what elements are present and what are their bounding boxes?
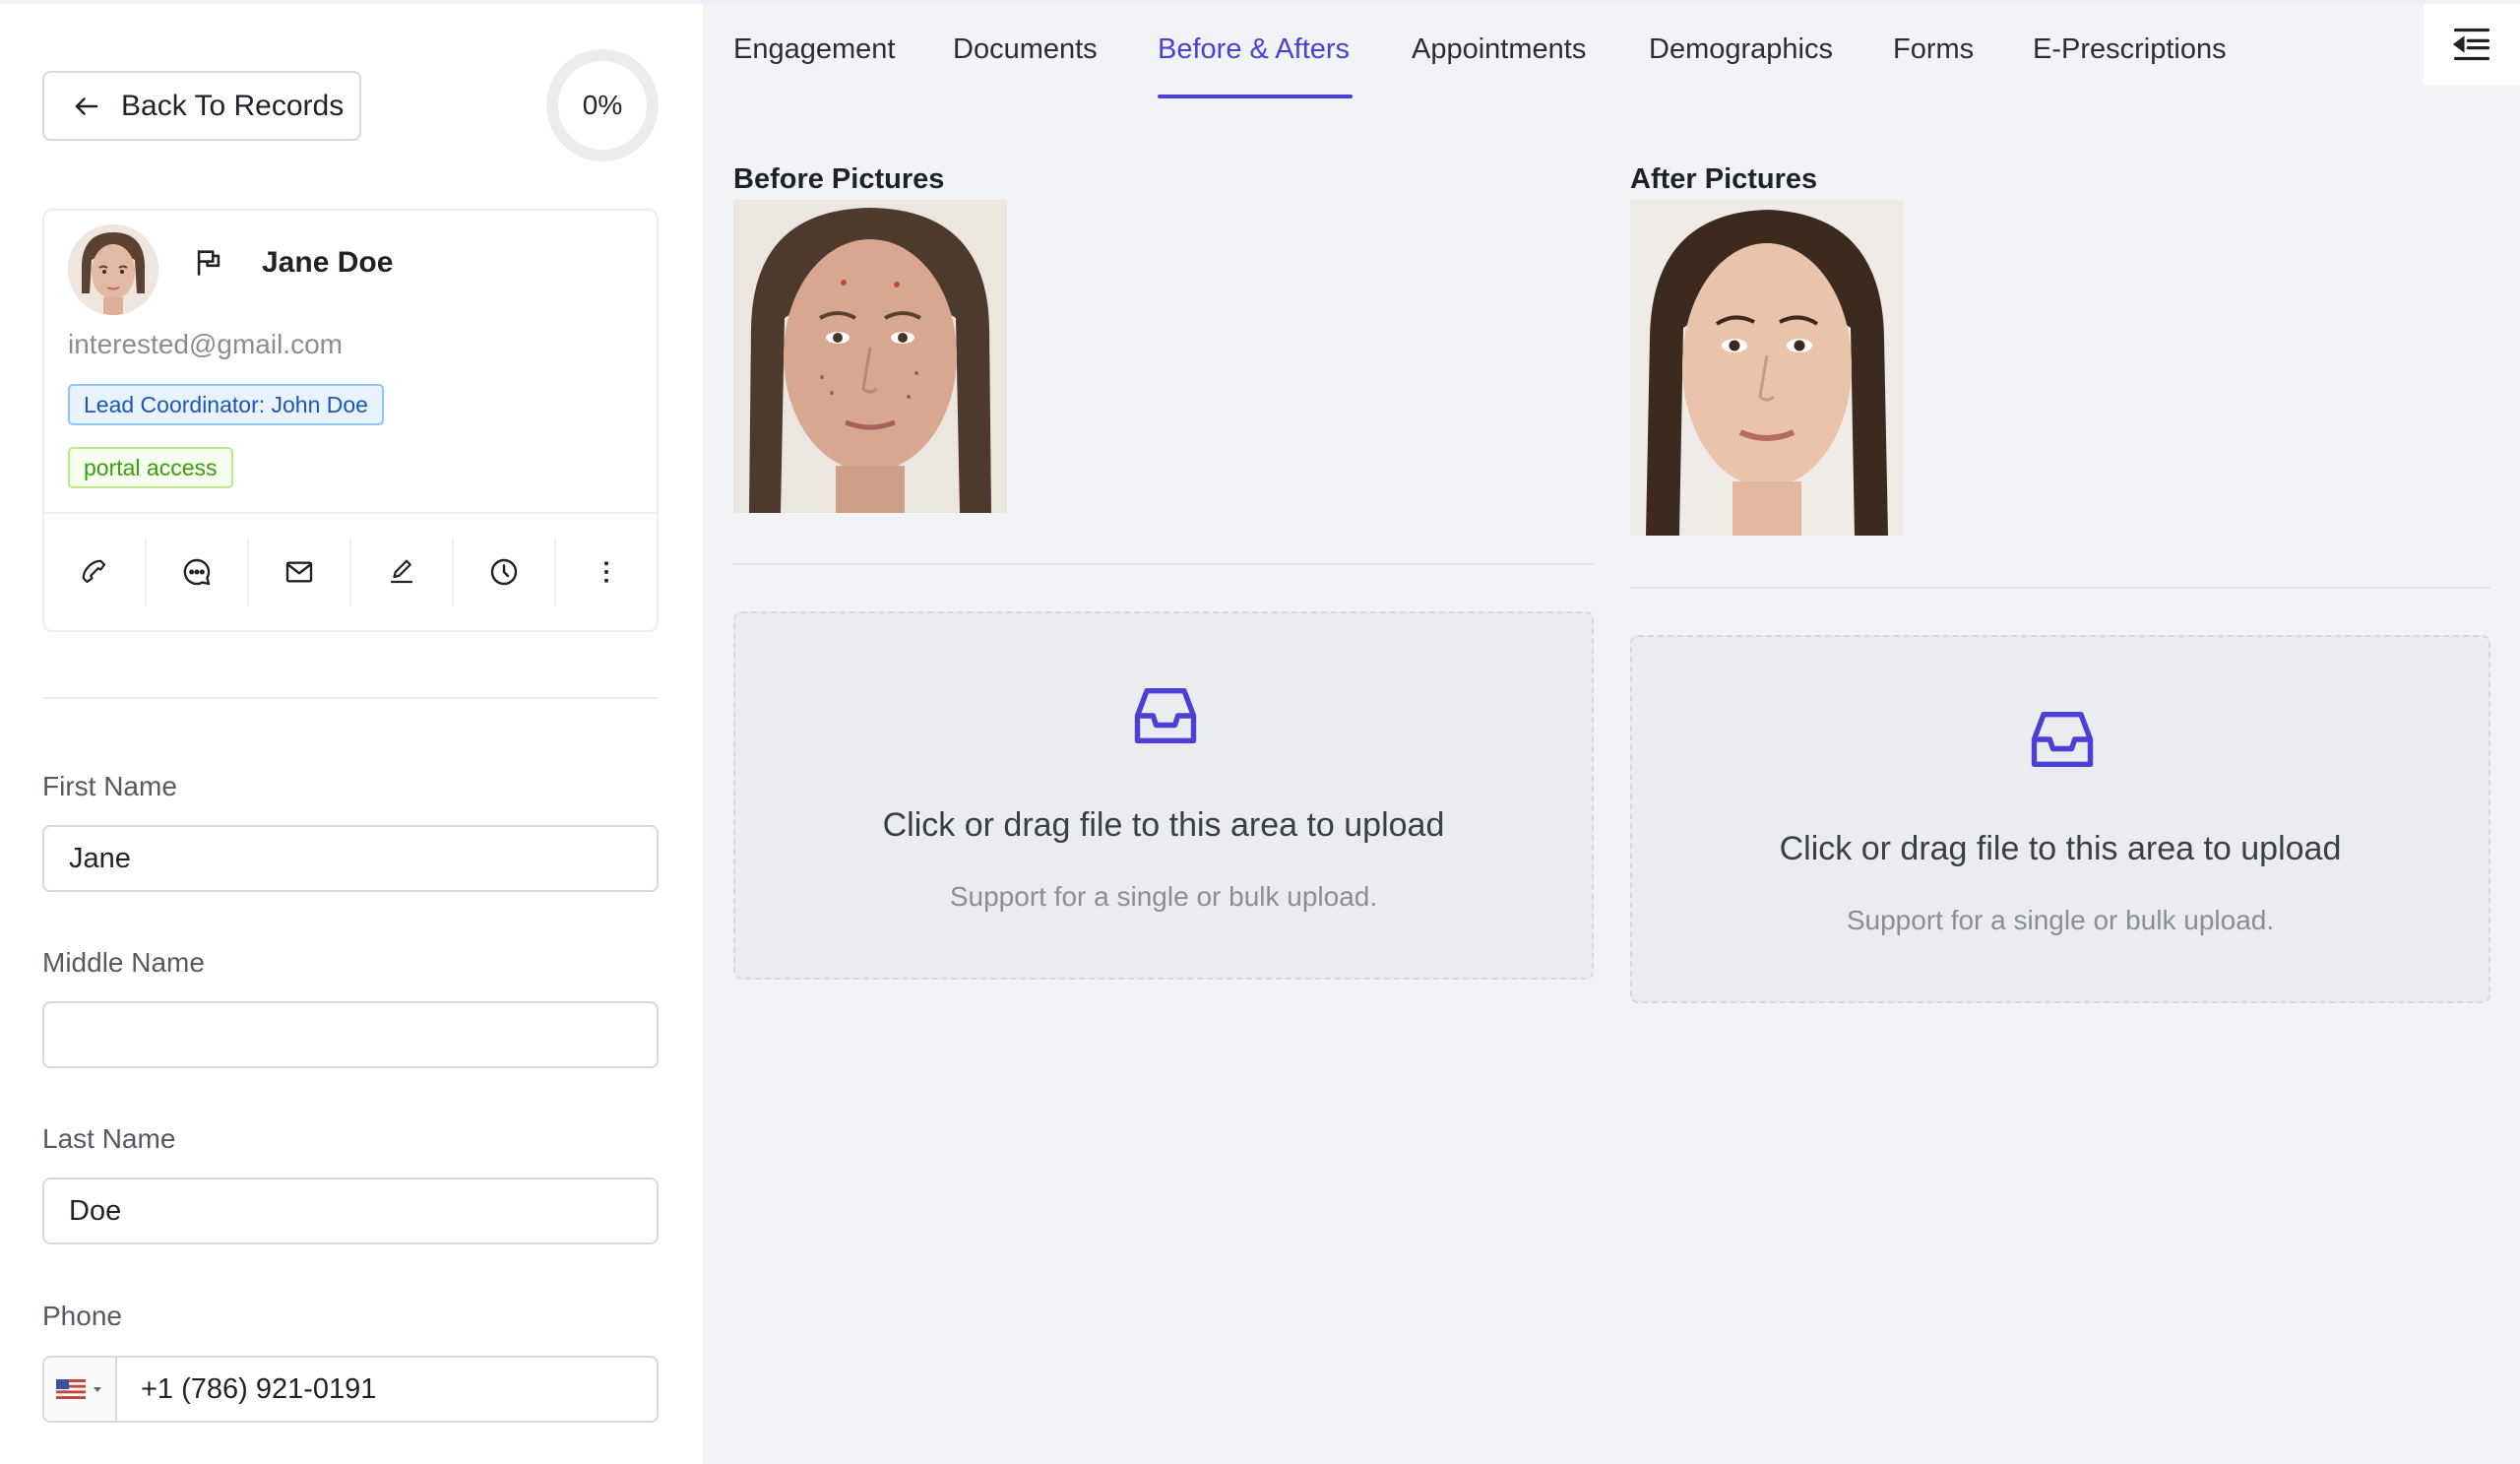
after-upload-dropzone[interactable]: Click or drag file to this area to uploa…: [1630, 635, 2490, 1003]
tab-before-afters[interactable]: Before & Afters: [1158, 33, 1350, 66]
phone-field[interactable]: +1 (786) 921-0191: [42, 1356, 659, 1423]
before-divider: [733, 563, 1594, 565]
flag-icon[interactable]: [192, 246, 225, 280]
edit-button[interactable]: [351, 538, 454, 606]
completion-progress: 0%: [546, 49, 659, 161]
call-button[interactable]: [44, 538, 147, 606]
upload-hint: Support for a single or bulk upload.: [1846, 905, 2275, 935]
inbox-icon: [2031, 711, 2094, 768]
back-to-records-button[interactable]: Back To Records: [42, 71, 361, 141]
contact-email: interested@gmail.com: [68, 329, 343, 359]
chat-icon: [183, 558, 211, 586]
before-photo[interactable]: [733, 200, 1007, 513]
section-divider: [42, 697, 659, 699]
country-selector[interactable]: [44, 1358, 117, 1421]
lead-coordinator-tag: Lead Coordinator: John Doe: [68, 384, 384, 425]
tab-appointments[interactable]: Appointments: [1412, 33, 1586, 66]
arrow-left-icon: [75, 96, 98, 115]
middle-name-label: Middle Name: [42, 947, 205, 978]
message-button[interactable]: [147, 538, 249, 606]
caret-down-icon: [94, 1387, 101, 1392]
tab-e-prescriptions[interactable]: E-Prescriptions: [2033, 33, 2227, 66]
clock-icon: [490, 558, 518, 586]
main-panel: Engagement Documents Before & Afters App…: [703, 4, 2520, 1464]
more-button[interactable]: [556, 538, 657, 606]
menu-toggle-button[interactable]: [2424, 4, 2520, 85]
back-to-records-label: Back To Records: [121, 89, 345, 122]
active-tab-indicator: [1158, 95, 1353, 98]
contact-name: Jane Doe: [262, 246, 394, 279]
progress-value: 0%: [582, 90, 623, 120]
phone-icon: [82, 559, 106, 584]
after-photo[interactable]: [1630, 200, 1904, 536]
profile-card: Jane Doe interested@gmail.com Lead Coord…: [42, 209, 659, 632]
edit-icon: [390, 559, 413, 584]
tab-documents[interactable]: Documents: [953, 33, 1098, 66]
tab-forms[interactable]: Forms: [1893, 33, 1974, 66]
more-icon: [604, 561, 608, 583]
sidebar: Back To Records 0% Jane Doe interested@g…: [0, 4, 703, 1464]
first-name-label: First Name: [42, 771, 177, 801]
tab-demographics[interactable]: Demographics: [1649, 33, 1833, 66]
portal-access-tag: portal access: [68, 447, 233, 488]
tab-bar: Engagement Documents Before & Afters App…: [703, 4, 2520, 102]
upload-hint: Support for a single or bulk upload.: [949, 881, 1378, 912]
upload-text: Click or drag file to this area to uploa…: [1779, 830, 2342, 867]
last-name-label: Last Name: [42, 1123, 176, 1154]
phone-value: +1 (786) 921-0191: [141, 1372, 377, 1405]
contact-actions: [44, 512, 657, 630]
upload-text: Click or drag file to this area to uploa…: [882, 806, 1445, 844]
tab-engagement[interactable]: Engagement: [733, 33, 895, 66]
mail-icon: [285, 561, 313, 583]
after-divider: [1630, 587, 2490, 589]
email-button[interactable]: [249, 538, 351, 606]
after-pictures-title: After Pictures: [1630, 163, 1818, 195]
first-name-field[interactable]: Jane: [42, 825, 659, 892]
avatar[interactable]: [68, 224, 158, 315]
last-name-field[interactable]: Doe: [42, 1178, 659, 1244]
middle-name-field[interactable]: [42, 1001, 659, 1068]
phone-label: Phone: [42, 1301, 122, 1331]
history-button[interactable]: [454, 538, 556, 606]
us-flag-icon: [56, 1379, 86, 1399]
menu-indent-icon: [2452, 28, 2489, 61]
before-pictures-title: Before Pictures: [733, 163, 945, 195]
before-upload-dropzone[interactable]: Click or drag file to this area to uploa…: [733, 611, 1594, 980]
inbox-icon: [1134, 687, 1197, 744]
